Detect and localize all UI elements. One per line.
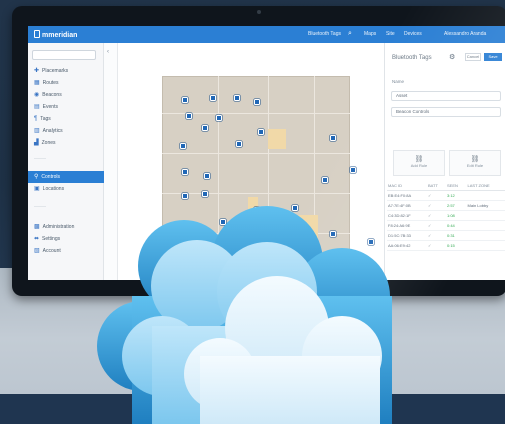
sidebar-item-routes[interactable]: ▦ Routes [28,77,104,89]
user-menu[interactable]: Alessandro Aranda [444,31,486,37]
column-header[interactable]: MAC ID [387,181,427,191]
brand-mark-icon [34,30,40,38]
beacon-marker[interactable] [254,99,260,105]
add-rule-button[interactable]: ⛓ Add Rule [393,150,445,176]
pin-icon: ✚ [34,68,40,74]
beacon-marker[interactable] [210,95,216,101]
control-icon: ⚲ [34,174,39,180]
chart-icon: ▥ [34,128,40,134]
top-nav-tags[interactable]: Bluetooth Tags [308,31,341,37]
location-icon: ▣ [34,186,40,192]
beacon-marker[interactable] [236,141,242,147]
sidebar-item-locations[interactable]: ▣ Locations [28,183,104,195]
sidebar-item-tags[interactable]: ¶ Tags [28,113,104,125]
tag-icon: ¶ [34,116,38,122]
beacon-marker[interactable] [258,129,264,135]
wall-line [162,153,350,154]
sidebar-divider: ——— [34,155,46,160]
type-field[interactable]: Beacon Controls [391,107,501,117]
name-label: Name [392,79,405,84]
column-header[interactable]: SEEN [445,181,467,191]
beacon-marker[interactable] [180,143,186,149]
chevron-left-icon: ‹ [107,49,109,55]
beacon-marker[interactable] [322,177,328,183]
beacon-icon: ◉ [34,92,40,98]
beacon-marker[interactable] [186,113,192,119]
beacon-marker[interactable] [216,115,222,121]
sidebar-divider-2: ——— [34,203,46,208]
sidebar-item-analytics[interactable]: ▥ Analytics [28,125,104,137]
column-header[interactable]: LAST ZONE [466,181,505,191]
top-bar: mmeridian Bluetooth Tags ⌕ Maps Site Dev… [28,26,505,43]
sidebar-item-placemarks[interactable]: ✚ Placemarks [28,65,104,77]
route-icon: ▦ [34,80,40,86]
gear-icon[interactable]: ⚙ [449,53,455,61]
panel-title: Bluetooth Tags [392,55,432,61]
admin-icon: ▩ [34,224,40,230]
name-field[interactable]: Asset [391,91,501,101]
beacon-marker[interactable] [350,167,356,173]
brand-logo[interactable]: mmeridian [34,30,77,39]
column-header[interactable]: BATT [426,181,446,191]
calendar-icon: ▤ [34,104,40,110]
beacon-marker[interactable] [182,97,188,103]
sidebar-item-zones[interactable]: ▟ Zones [28,137,104,149]
beacon-marker[interactable] [330,135,336,141]
beacon-marker[interactable] [182,169,188,175]
save-button[interactable]: Save [484,53,502,61]
top-nav-devices[interactable]: Devices [404,31,422,37]
link-icon: ⛓ [470,156,480,163]
top-nav-maps[interactable]: Maps [364,31,376,37]
top-nav-site[interactable]: Site [386,31,395,37]
cloud-icon [97,206,392,424]
edit-rule-button[interactable]: ⛓ Edit Rule [449,150,501,176]
sidebar-search-input[interactable] [32,50,96,60]
beacon-marker[interactable] [204,173,210,179]
beacon-marker[interactable] [202,125,208,131]
link-icon: ⛓ [414,156,424,163]
sidebar-item-controls[interactable]: ⚲ Controls [28,171,104,183]
camera-dot [257,10,261,14]
cancel-button[interactable]: Cancel [465,53,481,61]
search-icon[interactable]: ⌕ [348,30,352,38]
brand-name: mmeridian [42,32,78,39]
zone-icon: ▟ [34,140,39,146]
highlight-room [268,129,286,149]
settings-icon: ⬌ [34,236,40,242]
sidebar-item-beacons[interactable]: ◉ Beacons [28,89,104,101]
account-icon: ▧ [34,248,40,254]
beacon-marker[interactable] [234,95,240,101]
sidebar-item-events[interactable]: ▤ Events [28,101,104,113]
wall-line [162,193,350,194]
